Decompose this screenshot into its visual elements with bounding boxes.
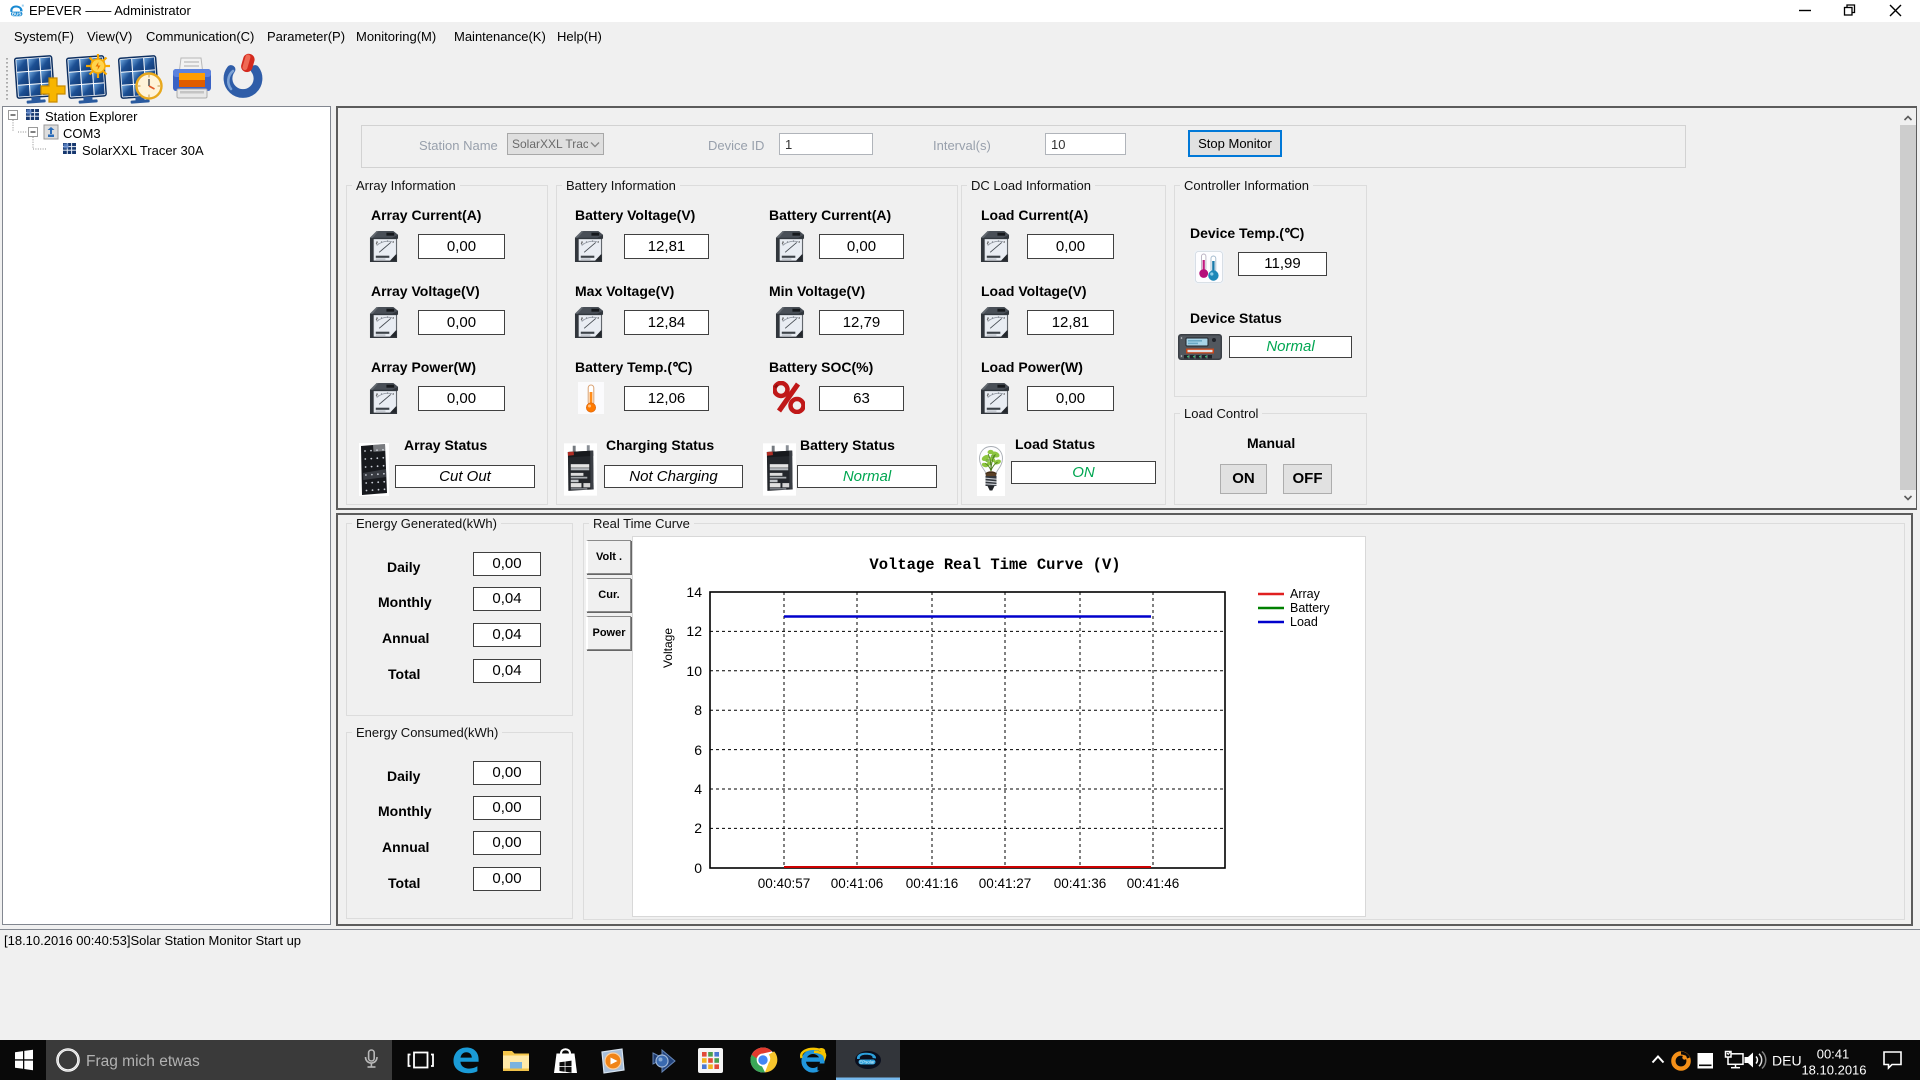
svg-text:12: 12 <box>686 623 702 639</box>
svg-text:BUS: BUS <box>12 11 22 16</box>
svg-text:2: 2 <box>694 820 702 836</box>
svg-text:4: 4 <box>694 781 702 797</box>
svg-text:Load: Load <box>1290 615 1318 629</box>
svg-text:18.10.2016: 18.10.2016 <box>1801 1063 1866 1078</box>
svg-text:8: 8 <box>694 702 702 718</box>
svg-text:Array: Array <box>1290 587 1321 601</box>
svg-text:00:41:27: 00:41:27 <box>979 876 1032 891</box>
svg-text:10: 10 <box>686 663 702 679</box>
svg-text:DEU: DEU <box>1772 1053 1802 1069</box>
svg-text:Voltage Real Time Curve (V): Voltage Real Time Curve (V) <box>869 556 1120 574</box>
svg-text:0: 0 <box>694 860 702 876</box>
svg-text:6: 6 <box>694 742 702 758</box>
svg-text:00:41: 00:41 <box>1817 1047 1850 1062</box>
svg-text:Frag mich etwas: Frag mich etwas <box>86 1053 200 1070</box>
svg-text:00:41:46: 00:41:46 <box>1127 876 1180 891</box>
svg-text:Battery: Battery <box>1290 601 1330 615</box>
svg-text:EPsolar: EPsolar <box>859 1060 875 1065</box>
svg-text:00:40:57: 00:40:57 <box>758 876 811 891</box>
svg-text:14: 14 <box>686 584 702 600</box>
svg-text:Voltage: Voltage <box>661 628 675 668</box>
svg-text:00:41:06: 00:41:06 <box>831 876 884 891</box>
svg-text:00:41:16: 00:41:16 <box>906 876 959 891</box>
svg-text:00:41:36: 00:41:36 <box>1054 876 1107 891</box>
